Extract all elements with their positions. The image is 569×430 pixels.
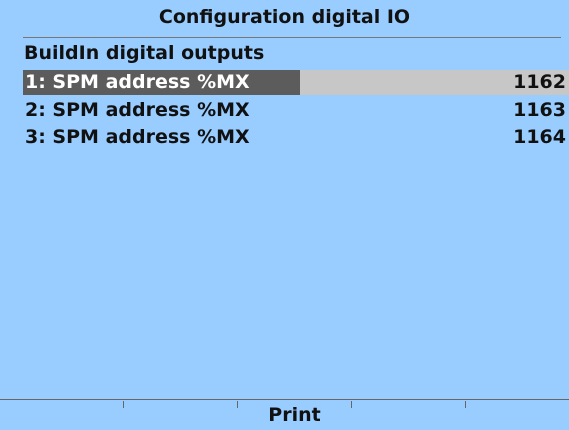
page-title: Configuration digital IO [158, 6, 411, 28]
softkey-5[interactable] [466, 400, 569, 428]
list-item-spm-address-2[interactable]: 2: SPM address %MX 1163 [23, 98, 569, 123]
print-softkey[interactable]: Print [238, 400, 351, 428]
row-value: 1163 [513, 99, 566, 121]
row-label: 2: SPM address %MX [25, 99, 250, 121]
row-value: 1164 [513, 126, 566, 148]
row-label: 1: SPM address %MX [23, 70, 300, 95]
title-divider [23, 37, 561, 38]
softkey-bar: Print [0, 399, 569, 428]
softkey-2[interactable] [124, 400, 237, 428]
list-item-spm-address-3[interactable]: 3: SPM address %MX 1164 [23, 125, 569, 150]
list-item-spm-address-1[interactable]: 1: SPM address %MX 1162 [23, 70, 569, 95]
row-label: 3: SPM address %MX [25, 126, 250, 148]
section-heading: BuildIn digital outputs [24, 42, 265, 64]
softkey-4[interactable] [352, 400, 465, 428]
row-value: 1162 [513, 71, 566, 93]
softkey-1[interactable] [10, 400, 123, 428]
